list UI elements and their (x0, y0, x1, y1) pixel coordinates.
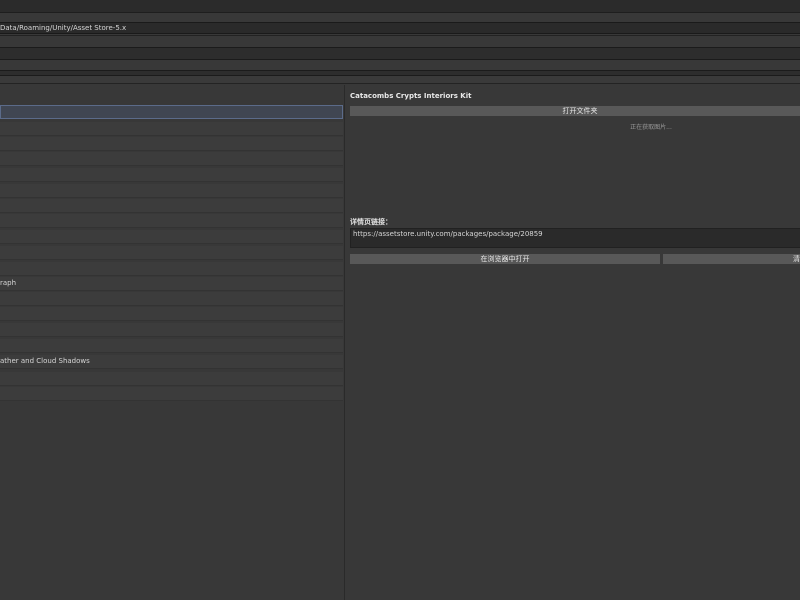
detail-url-field[interactable]: https://assetstore.unity.com/packages/pa… (350, 228, 800, 248)
list-item[interactable] (0, 246, 343, 260)
list-item[interactable] (0, 105, 343, 119)
list-item[interactable]: raph (0, 277, 343, 291)
image-loading-text: 正在获取图片... (630, 124, 672, 131)
open-folder-button[interactable]: 打开文件夹 (350, 106, 800, 116)
list-item[interactable] (0, 152, 343, 166)
list-item[interactable] (0, 168, 343, 182)
secondary-action-label: 清 (793, 255, 800, 263)
list-header (0, 76, 800, 84)
open-in-browser-button[interactable]: 在浏览器中打开 (350, 254, 660, 264)
secondary-action-button[interactable]: 清 (663, 254, 800, 264)
path-field[interactable]: Data/Roaming/Unity/Asset Store-5.x (0, 22, 800, 34)
detail-url-text: https://assetstore.unity.com/packages/pa… (353, 230, 543, 238)
list-item[interactable] (0, 199, 343, 213)
list-item[interactable] (0, 184, 343, 198)
list-item[interactable] (0, 292, 343, 306)
toolbar-row-2 (0, 60, 800, 70)
list-item[interactable] (0, 387, 343, 401)
title-bar (0, 0, 800, 12)
list-item[interactable] (0, 122, 343, 136)
list-item[interactable] (0, 214, 343, 228)
list-item[interactable] (0, 339, 343, 353)
list-item[interactable] (0, 307, 343, 321)
list-item[interactable] (0, 230, 343, 244)
filter-field[interactable] (0, 47, 800, 60)
list-item[interactable]: ather and Cloud Shadows (0, 355, 343, 369)
list-item-label: raph (0, 279, 17, 287)
list-item-label: ather and Cloud Shadows (0, 357, 90, 365)
toolbar-row (0, 35, 800, 47)
list-item[interactable] (0, 137, 343, 151)
list-item[interactable] (0, 372, 343, 386)
list-item[interactable] (0, 262, 343, 276)
asset-detail-panel: Catacombs Crypts Interiors Kit 打开文件夹 正在获… (346, 85, 800, 600)
asset-title: Catacombs Crypts Interiors Kit (350, 92, 472, 100)
list-item[interactable] (0, 323, 343, 337)
detail-link-label: 详情页链接： (350, 218, 392, 226)
path-text: Data/Roaming/Unity/Asset Store-5.x (0, 24, 127, 32)
asset-list-panel: raph ather and Cloud Shadows (0, 85, 345, 600)
